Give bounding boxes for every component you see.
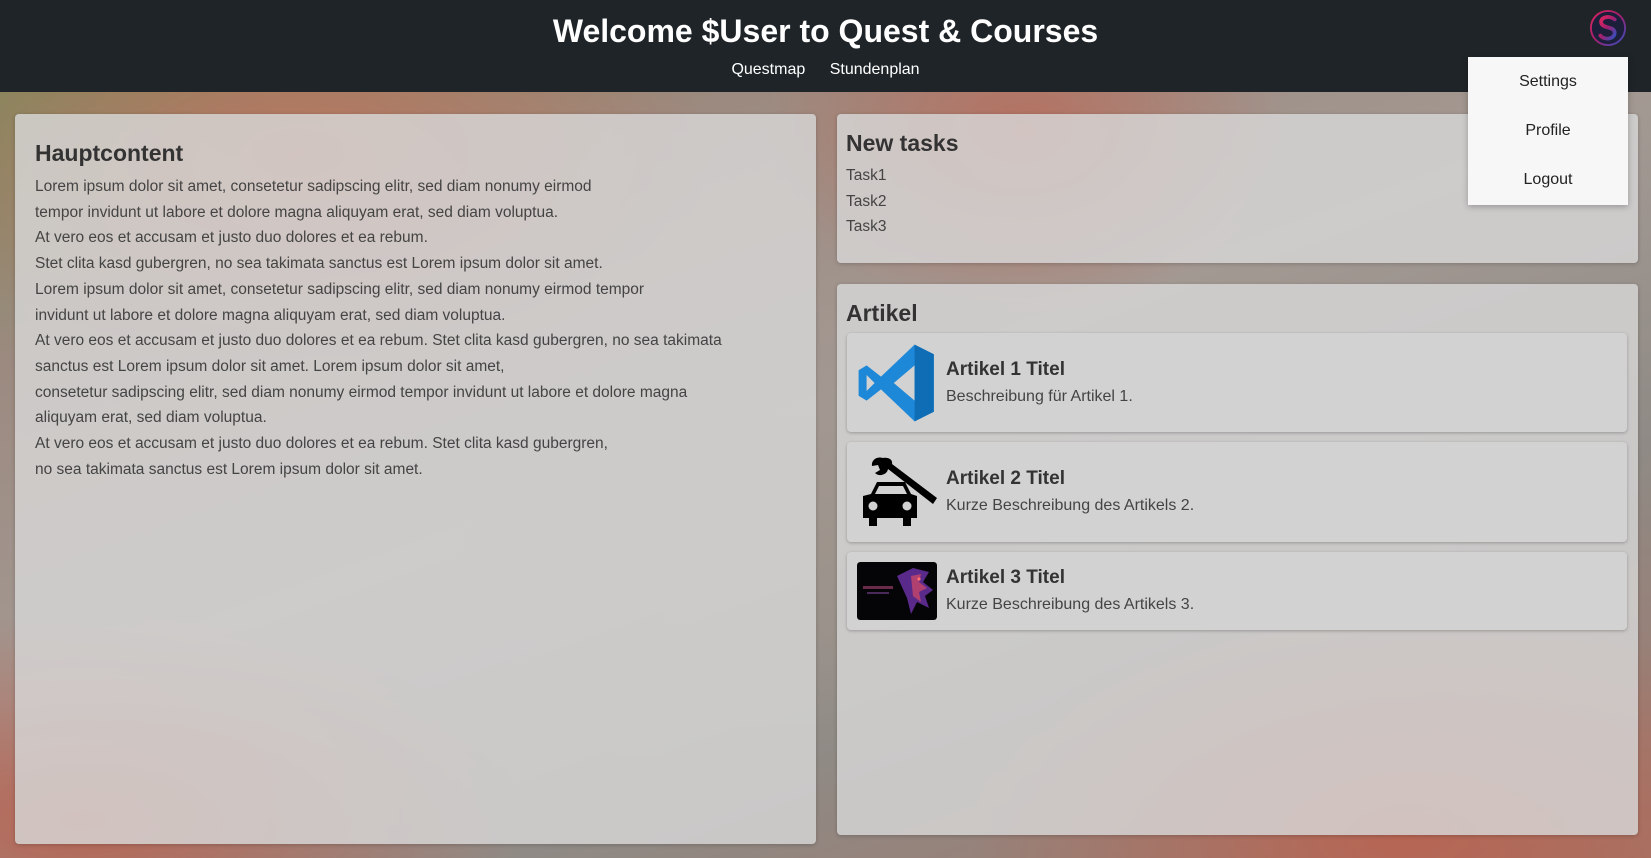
main-nav: Questmap Stundenplan bbox=[0, 61, 1651, 79]
car-repair-icon bbox=[863, 457, 937, 526]
main-content-panel: Hauptcontent Lorem ipsum dolor sit amet,… bbox=[15, 114, 816, 844]
task-item[interactable]: Task2 bbox=[846, 189, 887, 215]
article-card-2[interactable]: Artikel 2 Titel Kurze Beschreibung des A… bbox=[847, 442, 1627, 542]
text-line: At vero eos et accusam et justo duo dolo… bbox=[35, 332, 722, 350]
text-line: no sea takimata sanctus est Lorem ipsum … bbox=[35, 460, 423, 478]
article-title: Artikel 1 Titel bbox=[946, 359, 1065, 380]
header: Welcome $User to Quest & Courses Questma… bbox=[0, 0, 1651, 92]
text-line: At vero eos et accusam et justo duo dolo… bbox=[35, 229, 428, 247]
article-title: Artikel 2 Titel bbox=[946, 468, 1065, 489]
text-line: Lorem ipsum dolor sit amet, consetetur s… bbox=[35, 280, 645, 298]
text-line: Lorem ipsum dolor sit amet, consetetur s… bbox=[35, 178, 592, 195]
article-description: Kurze Beschreibung des Artikels 3. bbox=[946, 596, 1195, 613]
vscode-icon bbox=[858, 344, 934, 422]
text-line: sanctus est Lorem ipsum dolor sit amet. … bbox=[35, 357, 505, 375]
text-line: At vero eos et accusam et justo duo dolo… bbox=[35, 435, 608, 453]
main-content-title: Hauptcontent bbox=[35, 140, 184, 166]
page-title: Welcome $User to Quest & Courses bbox=[552, 13, 1099, 49]
menu-item-profile[interactable]: Profile bbox=[1468, 106, 1628, 155]
nav-link-questmap[interactable]: Questmap bbox=[731, 61, 805, 78]
nav-link-stundenplan[interactable]: Stundenplan bbox=[830, 61, 920, 78]
tasks-title: New tasks bbox=[846, 130, 959, 156]
eagle-image bbox=[857, 562, 937, 620]
article-description: Kurze Beschreibung des Artikels 2. bbox=[946, 497, 1195, 514]
task-item[interactable]: Task3 bbox=[846, 214, 887, 240]
menu-item-settings[interactable]: Settings bbox=[1468, 57, 1628, 106]
menu-item-logout[interactable]: Logout bbox=[1468, 155, 1628, 204]
main-content-body: Lorem ipsum dolor sit amet, consetetur s… bbox=[35, 174, 795, 482]
text-line: invidunt ut labore et dolore magna aliqu… bbox=[35, 306, 506, 324]
articles-title: Artikel bbox=[846, 300, 918, 326]
s-logo-icon[interactable] bbox=[1589, 9, 1627, 47]
article-card-3[interactable]: Artikel 3 Titel Kurze Beschreibung des A… bbox=[847, 552, 1627, 630]
task-item[interactable]: Task1 bbox=[846, 163, 887, 189]
article-card-1[interactable]: Artikel 1 Titel Beschreibung für Artikel… bbox=[847, 333, 1627, 432]
article-title: Artikel 3 Titel bbox=[946, 567, 1065, 588]
text-line: aliquyam erat, sed diam voluptua. bbox=[35, 409, 267, 427]
article-description: Beschreibung für Artikel 1. bbox=[946, 388, 1133, 405]
text-line: tempor invidunt ut labore et dolore magn… bbox=[35, 203, 558, 221]
text-line: Stet clita kasd gubergren, no sea takima… bbox=[35, 255, 603, 273]
text-line: consetetur sadipscing elitr, sed diam no… bbox=[35, 383, 688, 401]
user-dropdown-menu: Settings Profile Logout bbox=[1468, 57, 1628, 205]
task-list: Task1 Task2 Task3 bbox=[846, 163, 887, 240]
articles-panel: Artikel Artikel 1 Titel Beschreibung für… bbox=[837, 284, 1638, 835]
